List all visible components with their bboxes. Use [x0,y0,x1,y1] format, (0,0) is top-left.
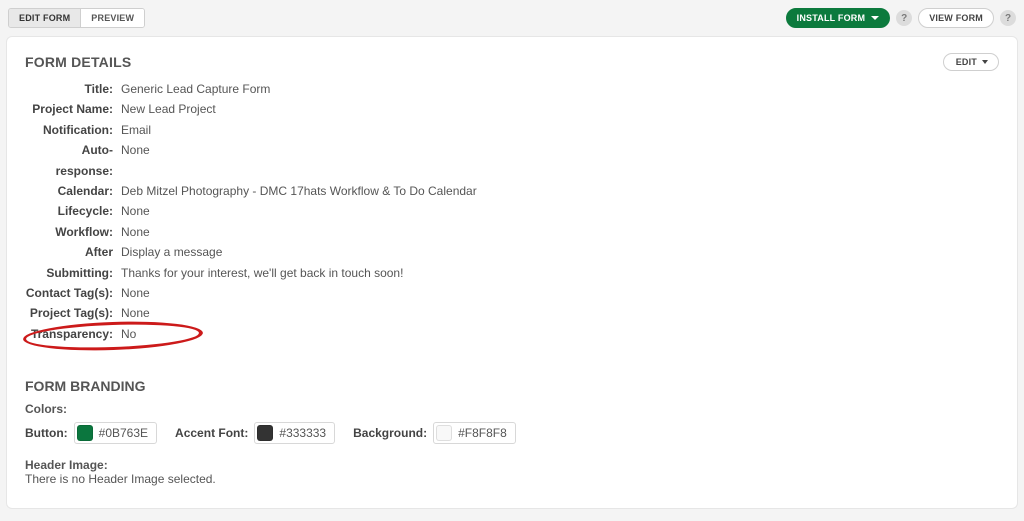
color-swatch-icon [77,425,93,441]
detail-value: Display a message Thanks for your intere… [121,242,403,283]
detail-label: Project Tag(s): [25,303,121,323]
detail-row: Notification: Email [25,120,999,140]
detail-row: Lifecycle: None [25,201,999,221]
detail-value: No [121,324,136,344]
colors-label: Colors: [25,402,999,416]
color-field-background[interactable]: #F8F8F8 [433,422,516,444]
color-value: #333333 [279,426,326,440]
detail-value: None [121,222,150,242]
branding-button-label: Button: [25,426,68,440]
color-field-accent[interactable]: #333333 [254,422,335,444]
detail-row: Project Name: New Lead Project [25,99,999,119]
header-image-label: Header Image: [25,458,999,472]
color-value: #F8F8F8 [458,426,507,440]
form-branding-heading: FORM BRANDING [25,378,999,394]
detail-label: After Submitting: [25,242,121,283]
detail-value: None [121,201,150,221]
detail-value: Deb Mitzel Photography - DMC 17hats Work… [121,181,477,201]
detail-label: Auto-response: [25,140,121,181]
detail-list: Title: Generic Lead Capture Form Project… [25,79,999,344]
detail-row: Contact Tag(s): None [25,283,999,303]
detail-value: Generic Lead Capture Form [121,79,270,99]
color-field-button[interactable]: #0B763E [74,422,157,444]
install-form-button[interactable]: INSTALL FORM [786,8,891,28]
edit-button[interactable]: EDIT [943,53,999,71]
detail-label: Notification: [25,120,121,140]
branding-accent-color: Accent Font: #333333 [175,422,335,444]
detail-row: Calendar: Deb Mitzel Photography - DMC 1… [25,181,999,201]
detail-label: Calendar: [25,181,121,201]
detail-label: Contact Tag(s): [25,283,121,303]
color-swatch-icon [436,425,452,441]
caret-down-icon [871,16,879,20]
edit-button-label: EDIT [956,57,977,67]
caret-down-icon [982,60,988,64]
header-image-note: There is no Header Image selected. [25,472,999,486]
detail-label: Title: [25,79,121,99]
detail-label: Workflow: [25,222,121,242]
detail-value: New Lead Project [121,99,216,119]
form-card: FORM DETAILS EDIT Title: Generic Lead Ca… [6,36,1018,509]
color-value: #0B763E [99,426,148,440]
branding-background-color: Background: #F8F8F8 [353,422,516,444]
detail-row-project-tags: Project Tag(s): None [25,303,999,323]
detail-value: None [121,303,150,323]
detail-row: Title: Generic Lead Capture Form [25,79,999,99]
help-icon[interactable]: ? [896,10,912,26]
tab-group: EDIT FORM PREVIEW [8,8,145,28]
detail-value: Email [121,120,151,140]
detail-label: Lifecycle: [25,201,121,221]
detail-value: None [121,140,150,160]
tab-edit-form[interactable]: EDIT FORM [9,9,80,27]
detail-row: Workflow: None [25,222,999,242]
branding-accent-label: Accent Font: [175,426,248,440]
form-details-heading: FORM DETAILS [25,54,131,70]
help-icon[interactable]: ? [1000,10,1016,26]
form-details-heading-row: FORM DETAILS EDIT [25,53,999,71]
detail-row: After Submitting: Display a message Than… [25,242,999,283]
install-form-label: INSTALL FORM [797,13,866,23]
toolbar: EDIT FORM PREVIEW INSTALL FORM ? VIEW FO… [6,6,1018,30]
view-form-button[interactable]: VIEW FORM [918,8,994,28]
detail-row: Transparency: No [25,324,999,344]
color-swatch-icon [257,425,273,441]
view-form-label: VIEW FORM [929,13,983,23]
detail-label: Transparency: [25,324,121,344]
detail-value: None [121,283,150,303]
branding-background-label: Background: [353,426,427,440]
branding-button-color: Button: #0B763E [25,422,157,444]
branding-colors-row: Button: #0B763E Accent Font: #333333 Bac… [25,422,999,444]
detail-label: Project Name: [25,99,121,119]
tab-preview[interactable]: PREVIEW [80,9,144,27]
detail-row: Auto-response: None [25,140,999,181]
